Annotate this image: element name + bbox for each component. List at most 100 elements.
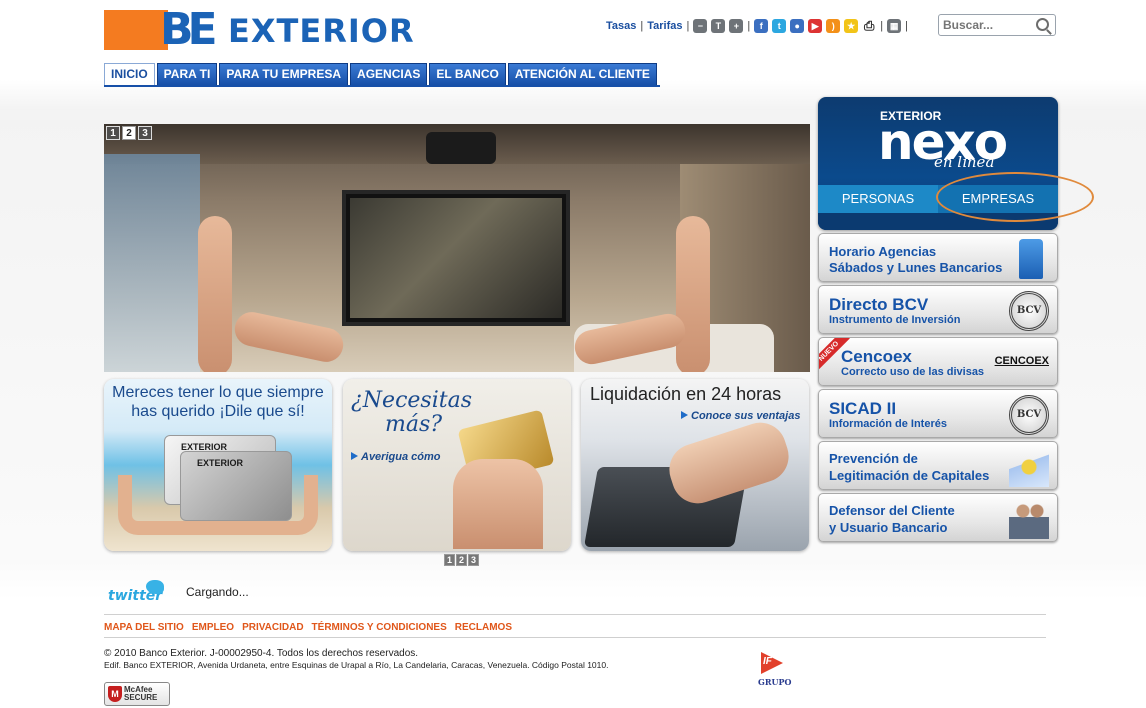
promo-page-2[interactable]: 2 [456,554,467,566]
promo1-headline-line2: has querido ¡Dile que sí! [131,403,305,420]
tab-inicio[interactable]: INICIO [104,63,155,85]
arrow-right-icon [351,452,358,460]
people-icon [1009,499,1049,539]
sidebar-item-subtitle: Sábados y Lunes Bancarios [829,260,1003,275]
twitter-bird-icon [146,580,164,594]
card-brand-text: EXTERIOR [197,458,244,468]
hero-page-1[interactable]: 1 [106,126,120,140]
promo1-headline: Mereces tener lo que siempre has querido… [104,383,332,421]
text-reset-icon[interactable]: T [711,19,726,33]
page: BE EXTERIOR Tasas | Tarifas | − T + | f … [0,0,1146,708]
promo1-headline-line1: Mereces tener lo que siempre [112,384,324,401]
facebook-icon[interactable]: f [754,19,769,33]
favorite-star-icon[interactable]: ★ [844,19,859,33]
hero-window [104,154,200,372]
search-box[interactable] [938,14,1056,36]
nexo-tagline: en línea [934,153,995,171]
left-thumb-image [231,308,347,366]
tab-para-ti[interactable]: PARA TI [156,63,218,85]
separator: | [686,20,690,32]
bcv-seal-icon: BCV [1009,291,1049,331]
grupo-label: GRUPO [758,677,792,687]
footer-link-mapa[interactable]: MAPA DEL SITIO [104,622,184,633]
hands-image [118,475,318,535]
print-icon[interactable]: ⎙ [862,19,876,33]
promo2-headline-line1: ¿Necesitas [351,388,472,413]
sidebar-item-horario-agencias[interactable]: Horario Agencias Sábados y Lunes Bancari… [818,233,1058,282]
tab-para-tu-empresa[interactable]: PARA TU EMPRESA [219,63,349,85]
promo-page-1[interactable]: 1 [444,554,455,566]
twitter-icon[interactable]: t [772,19,787,33]
footer-link-terminos[interactable]: TÉRMINOS Y CONDICIONES [312,622,447,633]
search-icon[interactable] [1036,18,1049,31]
sidebar-item-title: SICAD II [829,399,897,418]
tab-el-banco[interactable]: EL BANCO [429,63,506,85]
nav-underline [104,85,660,87]
hero-banner[interactable] [104,124,810,372]
hero-page-2[interactable]: 2 [122,126,136,140]
sidebar-item-title: Directo BCV [829,295,929,314]
copyright-text: © 2010 Banco Exterior. J-00002950-4. Tod… [104,648,419,659]
hand-image [453,459,543,549]
tarifas-link[interactable]: Tarifas [647,20,682,32]
text-decrease-icon[interactable]: − [693,19,708,33]
sidebar-item-title: Horario Agencias [829,244,937,259]
tv-screen-image [350,198,562,318]
calendar-icon[interactable]: ▦ [887,19,902,33]
footer-link-privacidad[interactable]: PRIVACIDAD [242,622,303,633]
promo3-headline: Liquidación en 24 horas [590,384,782,404]
tab-atencion-al-cliente[interactable]: ATENCIÓN AL CLIENTE [507,63,657,85]
search-input[interactable] [943,18,1031,32]
hero-page-3[interactable]: 3 [138,126,152,140]
flickr-icon[interactable]: ● [790,19,805,33]
bank-logo[interactable]: BE EXTERIOR [104,4,414,55]
sidebar-item-prevencion[interactable]: Prevención de Legitimación de Capitales [818,441,1058,490]
mcafee-text: McAfee SECURE [124,686,157,702]
divider [104,637,1046,638]
tasas-link[interactable]: Tasas [606,20,636,32]
promo-card-liquidacion[interactable]: Liquidación en 24 horas Conoce sus venta… [581,379,809,551]
arrow-right-icon [681,411,688,419]
sidebar-item-title: Cencoex [841,347,912,366]
mcafee-shield-icon: M [108,686,122,702]
medal-icon [1009,447,1049,487]
twitter-logo[interactable]: twitter [108,580,170,606]
logo-orange-block [104,10,168,50]
sidebar-item-title: Defensor del Cliente [829,503,955,518]
right-hand-image [676,216,710,372]
main-nav: INICIO PARA TI PARA TU EMPRESA AGENCIAS … [104,63,657,85]
promo-page-3[interactable]: 3 [468,554,479,566]
footer-link-reclamos[interactable]: RECLAMOS [455,622,512,633]
tab-agencias[interactable]: AGENCIAS [350,63,428,85]
projector-image [426,132,496,164]
personas-button[interactable]: PERSONAS [818,185,938,213]
sidebar-item-subtitle: Legitimación de Capitales [829,468,990,483]
sidebar-item-title: Prevención de [829,451,918,466]
grupo-if-logo[interactable]: IF GRUPO [757,652,801,690]
logo-be-glyph: BE [160,4,218,55]
youtube-icon[interactable]: ▶ [808,19,823,33]
highlight-ellipse [936,172,1094,222]
tv-image [342,190,570,326]
sidebar-item-subtitle: Correcto uso de las divisas [841,366,985,378]
promo3-sub: Conoce sus ventajas [681,410,800,422]
sidebar-item-cencoex[interactable]: NUEVO Cencoex Correcto uso de las divisa… [818,337,1058,386]
chair-icon [1019,239,1043,279]
left-hand-image [198,216,232,372]
sidebar-item-sicad-ii[interactable]: SICAD II Información de Interés BCV [818,389,1058,438]
text-increase-icon[interactable]: + [729,19,744,33]
promo2-headline-line2: más? [385,412,443,437]
divider [104,614,1046,615]
sidebar-item-subtitle: y Usuario Bancario [829,520,948,535]
footer-link-empleo[interactable]: EMPLEO [192,622,234,633]
mcafee-secure-badge[interactable]: M McAfee SECURE [104,682,170,706]
promo-card-dile-que-si[interactable]: Mereces tener lo que siempre has querido… [104,379,332,551]
separator: | [747,20,751,32]
hero-pager: 1 2 3 [106,126,152,140]
sidebar-item-directo-bcv[interactable]: Directo BCV Instrumento de Inversión BCV [818,285,1058,334]
sidebar-item-defensor-cliente[interactable]: Defensor del Cliente y Usuario Bancario [818,493,1058,542]
promo-card-necesitas-mas[interactable]: ¿Necesitas más? Averigua cómo [343,379,571,551]
rss-icon[interactable]: ) [826,19,841,33]
separator: | [640,20,644,32]
promo2-sub-text: Averigua cómo [361,451,441,463]
